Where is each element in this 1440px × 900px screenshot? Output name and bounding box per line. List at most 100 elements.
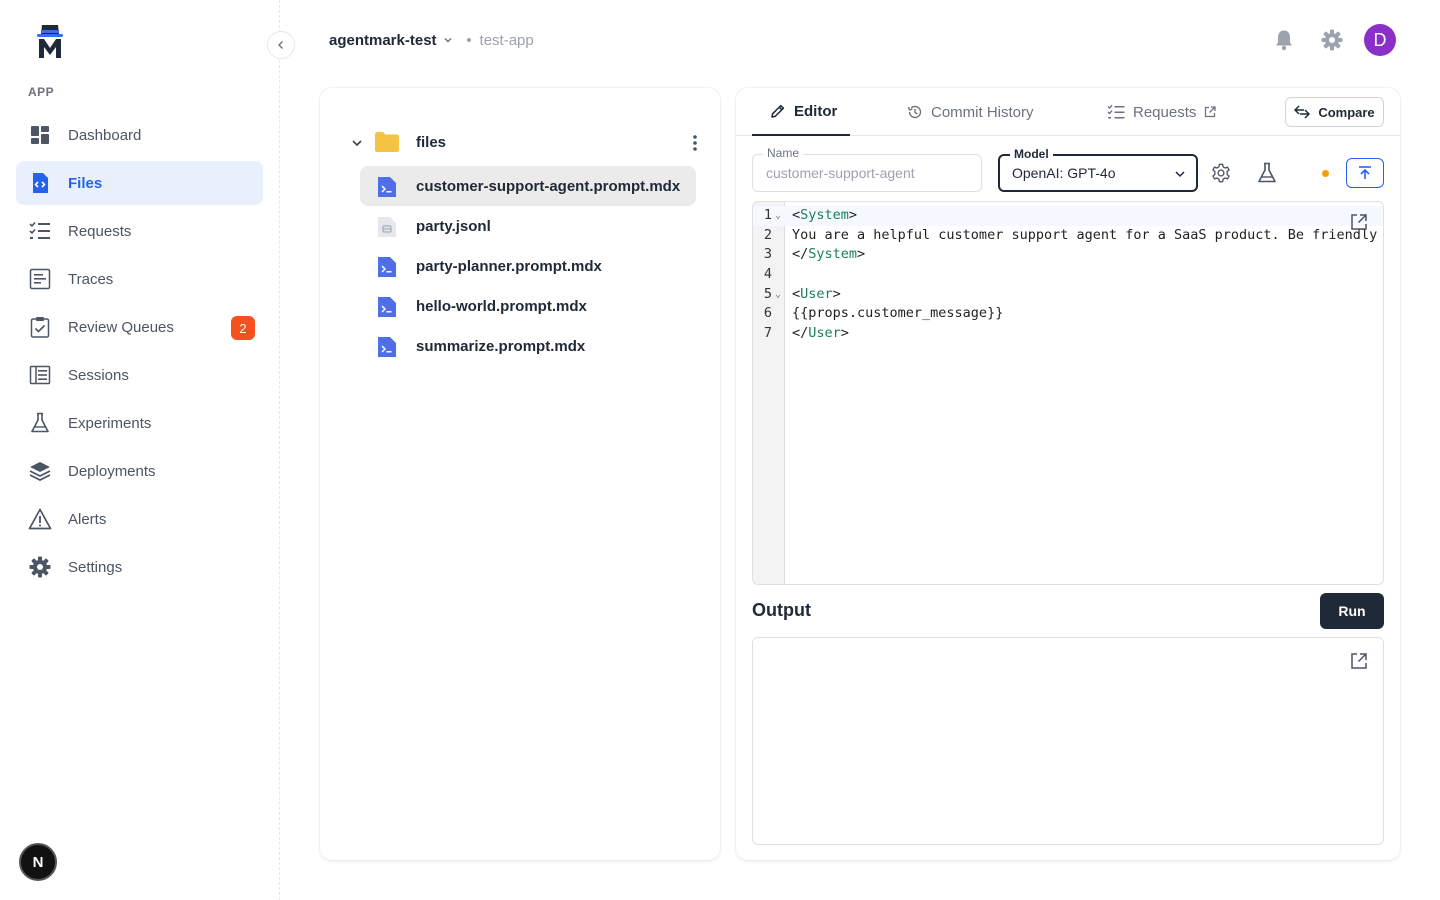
app-root: APP Dashboard Files Requests Traces Revi… [0, 0, 1440, 900]
editor-tabs: Editor Commit History Requests Compare [736, 88, 1400, 136]
agentmark-logo[interactable] [34, 22, 66, 60]
compare-label: Compare [1318, 104, 1375, 120]
code-lines: 1 ⌄ <System> 2 You are a helpful customer su… [753, 206, 1383, 344]
collapse-sidebar-button[interactable] [267, 31, 295, 59]
model-settings-icon[interactable] [1209, 161, 1233, 185]
file-name: party.jsonl [416, 217, 491, 235]
prompt-file-icon [377, 256, 397, 277]
dataset-file-icon [377, 216, 397, 237]
breadcrumb: agentmark-test test-app [329, 30, 534, 50]
file-item-customer-support-agent[interactable]: customer-support-agent.prompt.mdx [360, 166, 696, 206]
model-select[interactable]: Model OpenAI: GPT-4o [998, 147, 1198, 192]
sidebar-item-dashboard[interactable]: Dashboard [16, 113, 263, 157]
code-line[interactable]: 2 You are a helpful customer support agen… [753, 226, 1383, 246]
pencil-icon [770, 103, 786, 119]
sidebar-item-label: Experiments [68, 414, 152, 432]
chevron-down-icon[interactable] [443, 35, 453, 45]
code-line[interactable]: 4 [753, 265, 1383, 285]
run-button[interactable]: Run [1320, 593, 1384, 629]
field-value: customer-support-agent [766, 165, 915, 181]
output-panel [752, 637, 1384, 845]
file-item-party-jsonl[interactable]: party.jsonl [360, 206, 696, 246]
code-line[interactable]: 6 {{props.customer_message}} [753, 304, 1383, 324]
output-title: Output [752, 600, 811, 620]
folder-row[interactable]: files [350, 128, 697, 158]
sidebar-item-requests[interactable]: Requests [16, 209, 263, 253]
settings-gear-icon[interactable] [1320, 28, 1344, 52]
field-value: OpenAI: GPT-4o [1012, 165, 1116, 181]
code-editor[interactable]: 1 ⌄ <System> 2 You are a helpful customer su… [752, 201, 1384, 585]
sidebar-item-traces[interactable]: Traces [16, 257, 263, 301]
tab-commit-history[interactable]: Commit History [907, 88, 1034, 136]
more-options-icon[interactable] [685, 132, 705, 154]
sidebar-item-deployments[interactable]: Deployments [16, 449, 263, 493]
settings-icon [28, 555, 52, 579]
line-number: 3 [763, 246, 772, 263]
notification-bell-icon[interactable] [1272, 28, 1296, 52]
file-name: party-planner.prompt.mdx [416, 257, 602, 275]
file-item-summarize[interactable]: summarize.prompt.mdx [360, 326, 696, 366]
expand-editor-icon[interactable] [1349, 212, 1369, 232]
tab-editor[interactable]: Editor [752, 88, 850, 136]
experiment-flask-icon[interactable] [1255, 161, 1279, 185]
sidebar-item-files[interactable]: Files [16, 161, 263, 205]
fold-chevron-icon[interactable]: ⌄ [775, 206, 781, 226]
field-label: Model [1010, 147, 1053, 161]
section-label: APP [28, 85, 55, 99]
file-name: customer-support-agent.prompt.mdx [416, 177, 681, 195]
code-line[interactable]: 7 </User> [753, 324, 1383, 344]
tab-label: Requests [1133, 103, 1197, 121]
code-line[interactable]: 1 ⌄ <System> [753, 206, 1383, 226]
line-number: 7 [763, 324, 772, 341]
file-name: hello-world.prompt.mdx [416, 297, 587, 315]
sidebar-item-label: Requests [68, 222, 132, 240]
code-line[interactable]: 5 ⌄ <User> [753, 285, 1383, 305]
sidebar: APP Dashboard Files Requests Traces Revi… [0, 0, 295, 900]
sidebar-item-sessions[interactable]: Sessions [16, 353, 263, 397]
sidebar-item-label: Sessions [68, 366, 129, 384]
chevron-left-icon [278, 41, 283, 49]
line-number: 1 [763, 207, 772, 223]
line-number: 5 [763, 285, 772, 302]
sidebar-item-alerts[interactable]: Alerts [16, 497, 263, 541]
chevron-down-icon [1174, 168, 1186, 180]
sidebar-item-experiments[interactable]: Experiments [16, 401, 263, 445]
file-item-hello-world[interactable]: hello-world.prompt.mdx [360, 286, 696, 326]
publish-button[interactable] [1346, 158, 1384, 188]
sidebar-item-label: Dashboard [68, 126, 142, 144]
sidebar-item-review-queues[interactable]: Review Queues 2 [16, 305, 263, 349]
dev-tools-avatar[interactable]: N [19, 843, 57, 881]
sidebar-item-label: Deployments [68, 462, 156, 480]
sidebar-item-settings[interactable]: Settings [16, 545, 263, 589]
expand-output-icon[interactable] [1349, 651, 1369, 671]
sidebar-item-label: Traces [68, 270, 114, 288]
deployments-icon [28, 459, 52, 483]
tab-label: Commit History [931, 103, 1034, 121]
chevron-down-icon[interactable] [350, 136, 364, 155]
file-item-party-planner[interactable]: party-planner.prompt.mdx [360, 246, 696, 286]
files-icon [28, 171, 52, 195]
user-avatar[interactable]: D [1364, 24, 1396, 56]
code-text: <System> [792, 207, 858, 223]
file-tree-panel: files customer-support-agent.prompt.mdx … [320, 88, 720, 860]
org-selector[interactable]: agentmark-test [329, 32, 437, 49]
requests-icon [28, 219, 52, 243]
sidebar-item-label: Review Queues [68, 318, 174, 336]
prompt-file-icon [377, 336, 397, 357]
code-line[interactable]: 3 </System> [753, 245, 1383, 265]
code-text: </System> [792, 246, 866, 263]
alerts-icon [28, 507, 52, 531]
tab-requests[interactable]: Requests [1107, 88, 1217, 136]
external-link-icon [1204, 106, 1217, 118]
review-queues-count-badge: 2 [231, 316, 255, 340]
fold-chevron-icon[interactable]: ⌄ [775, 285, 781, 305]
prompt-name-field[interactable]: Name customer-support-agent [752, 146, 982, 192]
history-icon [907, 104, 923, 120]
project-name[interactable]: test-app [480, 32, 534, 49]
line-number: 4 [763, 265, 772, 282]
traces-icon [28, 267, 52, 291]
code-text: </User> [792, 324, 849, 341]
compare-arrows-icon [1294, 105, 1311, 119]
compare-button[interactable]: Compare [1285, 97, 1384, 127]
folder-name: files [416, 134, 447, 151]
